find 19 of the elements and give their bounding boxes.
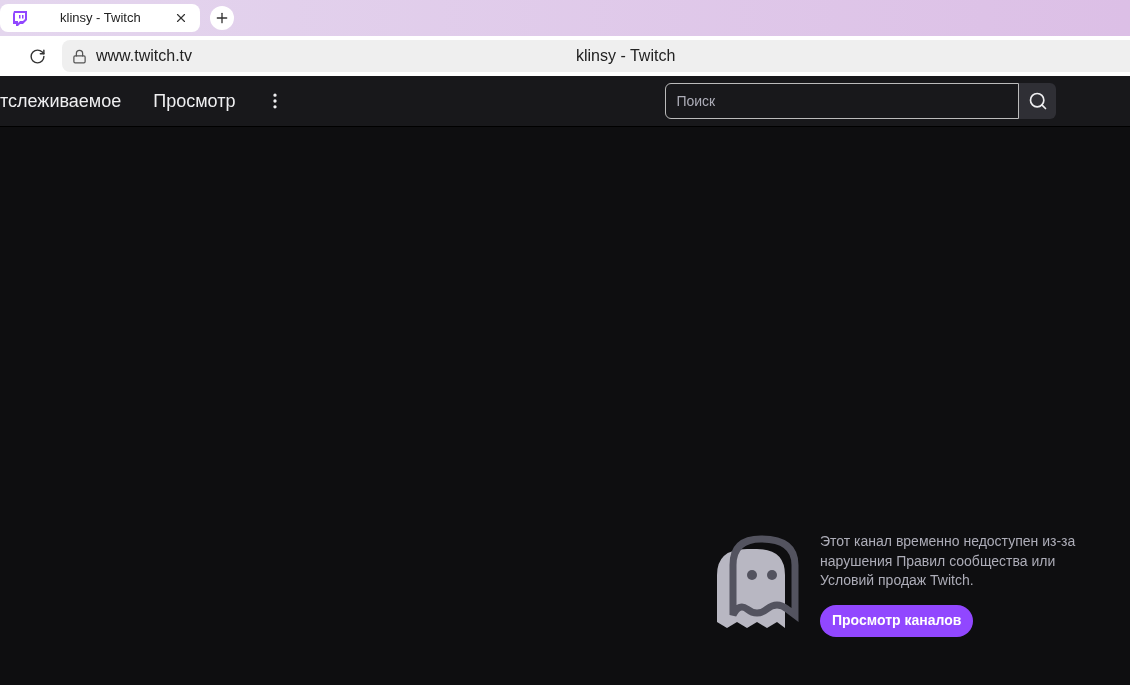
close-icon[interactable] bbox=[174, 11, 188, 25]
search-icon bbox=[1027, 91, 1048, 111]
reload-icon[interactable] bbox=[29, 47, 46, 65]
ghost-icon bbox=[717, 535, 799, 628]
nav-link[interactable]: Просмотр bbox=[153, 87, 236, 115]
page-title: klinsy - Twitch bbox=[576, 46, 676, 66]
browse-channels-button[interactable]: Просмотр каналов bbox=[820, 604, 974, 637]
url-text: www.twitch.tv bbox=[96, 46, 193, 66]
twitch-logo-icon bbox=[12, 10, 28, 26]
address-bar[interactable]: www.twitch.tv klinsy - Twitch bbox=[62, 40, 1130, 72]
lock-icon bbox=[72, 48, 87, 64]
unavailable-message: Этот канал временно недоступен из-за нарушения Правил сообщества или Условий продаж Twitch. bbox=[820, 532, 1077, 590]
nav-link[interactable]: тслеживаемое bbox=[0, 87, 122, 115]
search-field[interactable]: Поиск bbox=[665, 83, 1020, 119]
browser-tab[interactable]: klinsy - Twitch bbox=[0, 4, 200, 32]
new-tab-button[interactable] bbox=[210, 6, 234, 30]
tab-title: klinsy - Twitch bbox=[59, 9, 142, 28]
search-button[interactable] bbox=[1019, 83, 1057, 119]
plus-icon bbox=[214, 10, 230, 26]
